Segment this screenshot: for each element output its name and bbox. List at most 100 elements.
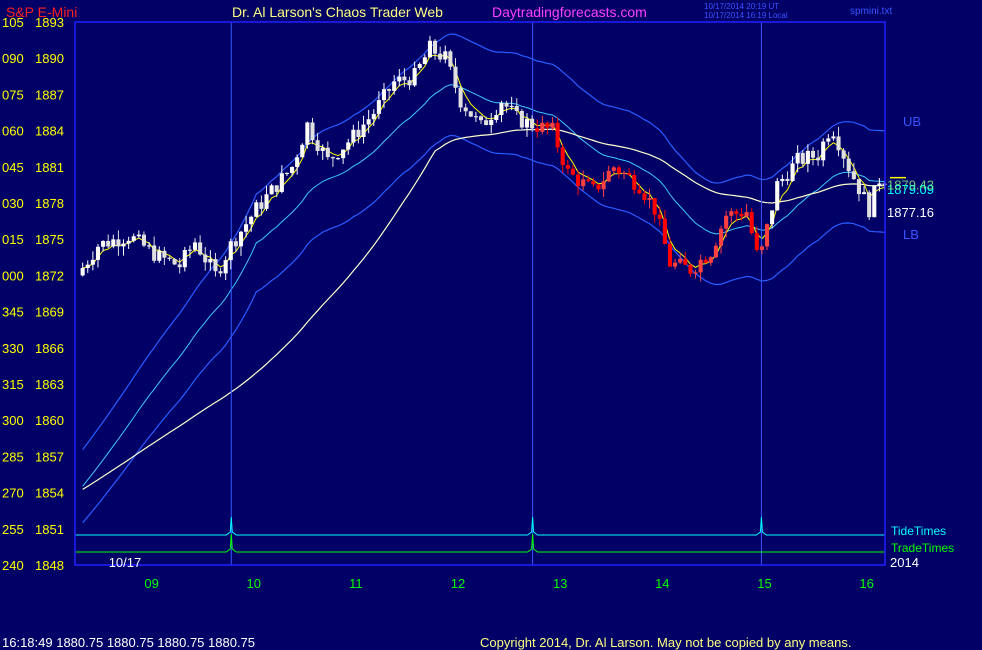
- candle-body: [438, 53, 443, 60]
- y-tick-left-label: 330: [2, 341, 24, 356]
- y-tick-left-label: 000: [2, 268, 24, 283]
- y-tick-label: 1878: [35, 196, 64, 211]
- candle-body: [320, 147, 325, 151]
- candle-body: [489, 120, 494, 126]
- candle-body: [116, 239, 121, 247]
- x-tick-label: 10: [247, 576, 261, 591]
- trade-times-label: TradeTimes: [891, 541, 954, 555]
- candle-body: [744, 212, 749, 217]
- candle-body: [152, 245, 157, 261]
- upper-band-label: UB: [903, 114, 921, 129]
- candle-body: [877, 183, 882, 186]
- candle-body: [238, 231, 244, 247]
- candle-body: [90, 259, 95, 265]
- candle-body: [300, 144, 305, 158]
- candle-body: [126, 240, 131, 244]
- candle-body: [233, 241, 238, 247]
- y-tick-left-label: 030: [2, 196, 24, 211]
- candle-body: [458, 87, 463, 108]
- candle-body: [101, 240, 106, 247]
- candle-body: [433, 40, 438, 54]
- candle-body: [279, 173, 284, 192]
- candle-body: [780, 178, 785, 182]
- x-tick-label: 09: [144, 576, 158, 591]
- candle-body: [872, 185, 877, 218]
- candle-body: [530, 118, 535, 129]
- candle-body: [325, 147, 330, 158]
- candle-body: [203, 254, 208, 263]
- candle-body: [862, 192, 867, 195]
- price-label-fast: 1879.43: [887, 178, 934, 193]
- x-tick-label: 12: [451, 576, 465, 591]
- y-tick-left-label: 075: [2, 87, 24, 102]
- candle-body: [468, 111, 473, 117]
- candle-body: [494, 115, 499, 121]
- candle-body: [484, 120, 489, 126]
- candle-body: [422, 57, 427, 65]
- candle-body: [662, 218, 667, 245]
- candle-body: [295, 157, 300, 167]
- year-label: 2014: [890, 555, 919, 570]
- candle-body: [254, 202, 259, 217]
- y-tick-label: 1848: [35, 558, 64, 573]
- candle-body: [540, 122, 545, 132]
- candle-body: [688, 264, 693, 274]
- candle-body: [106, 240, 111, 247]
- candle-body: [586, 179, 591, 182]
- candle-body: [136, 234, 141, 237]
- candle-body: [514, 105, 519, 111]
- candle-body: [387, 89, 392, 91]
- candle-body: [208, 259, 213, 263]
- candle-body: [703, 259, 708, 263]
- candle-body: [555, 122, 560, 148]
- y-tick-left-label: 045: [2, 160, 24, 175]
- candle-body: [596, 184, 601, 190]
- candle-body: [673, 262, 678, 267]
- candle-body: [417, 64, 422, 69]
- candle-body: [637, 189, 642, 194]
- candle-body: [315, 140, 320, 151]
- candle-body: [519, 110, 524, 128]
- candle-body: [775, 181, 780, 211]
- price-label-slow: 1877.16: [887, 205, 934, 220]
- candle-body: [259, 202, 264, 209]
- candle-body: [627, 172, 632, 175]
- candle-body: [244, 224, 249, 232]
- candle-body: [632, 174, 637, 190]
- candle-body: [535, 128, 540, 132]
- candle-body: [131, 236, 136, 241]
- candle-body: [570, 168, 575, 175]
- y-tick-label: 1890: [35, 51, 64, 66]
- candle-body: [795, 152, 800, 164]
- candle-body: [147, 245, 152, 247]
- candle-body: [841, 150, 846, 159]
- site-link[interactable]: Daytradingforecasts.com: [492, 4, 647, 20]
- candle-body: [228, 241, 233, 261]
- timestamp-ut: 10/17/2014 20:19 UT: [704, 2, 780, 11]
- candle-body: [177, 264, 182, 268]
- candle-body: [683, 258, 688, 265]
- y-tick-label: 1881: [35, 160, 64, 175]
- candle-body: [729, 211, 734, 216]
- symbol-label: S&P E-Mini: [6, 4, 78, 20]
- x-tick-label: 16: [859, 576, 873, 591]
- y-tick-label: 1872: [35, 268, 64, 283]
- y-tick-label: 1860: [35, 413, 64, 428]
- candle-body: [816, 157, 821, 161]
- candle-body: [141, 234, 146, 246]
- candle-body: [678, 258, 683, 263]
- candle-body: [366, 119, 371, 125]
- candle-body: [341, 149, 346, 159]
- candle-body: [693, 272, 698, 274]
- candle-body: [851, 171, 856, 180]
- y-tick-label: 1857: [35, 449, 64, 464]
- y-tick-left-label: 060: [2, 124, 24, 139]
- candle-body: [770, 210, 775, 225]
- candle-body: [621, 172, 627, 174]
- candle-body: [402, 76, 407, 81]
- candle-body: [95, 246, 101, 260]
- candle-body: [192, 242, 198, 250]
- candle-body: [560, 147, 565, 166]
- candle-body: [172, 258, 177, 265]
- y-tick-label: 1884: [35, 124, 64, 139]
